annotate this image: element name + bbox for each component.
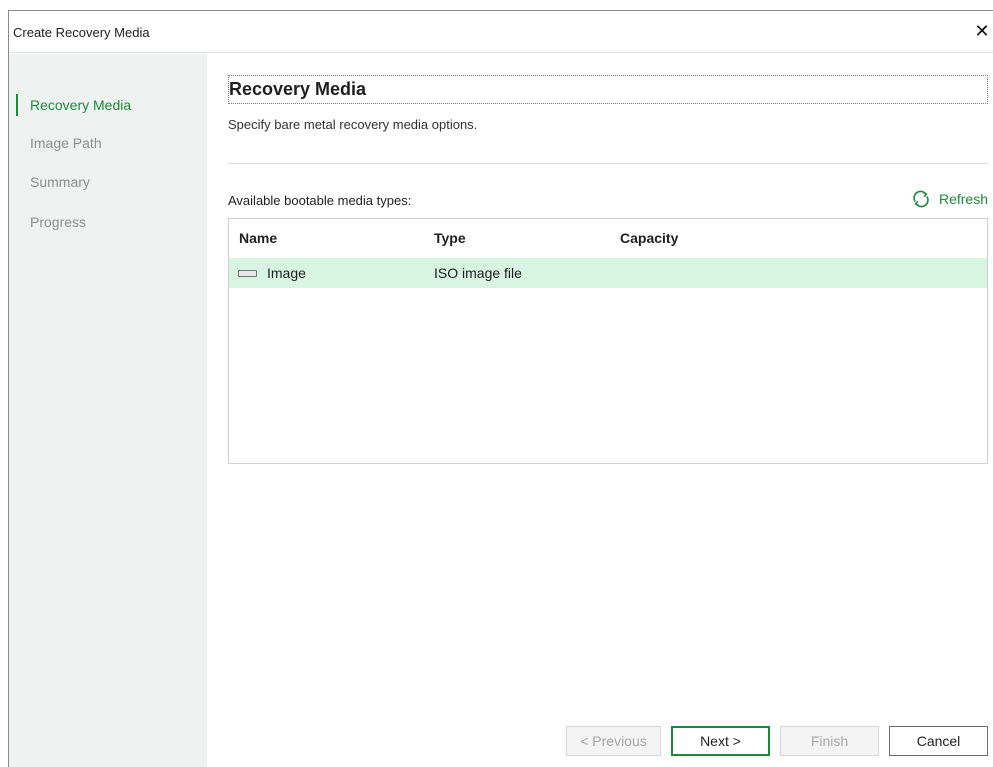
table-row[interactable]: Image ISO image file [229, 258, 987, 288]
close-icon[interactable]: ✕ [970, 19, 993, 43]
next-button[interactable]: Next > [671, 726, 770, 756]
window-title: Create Recovery Media [13, 25, 150, 40]
refresh-label: Refresh [938, 191, 988, 207]
refresh-icon [913, 190, 929, 208]
sidebar-item-recovery-media[interactable]: Recovery Media [9, 92, 207, 118]
column-header-name[interactable]: Name [239, 230, 277, 246]
main-content: Recovery Media Specify bare metal recove… [228, 54, 993, 767]
wizard-steps-sidebar: Recovery Media Image Path Summary Progre… [9, 54, 207, 767]
refresh-button[interactable]: Refresh [911, 188, 988, 210]
divider [228, 163, 988, 164]
column-header-type[interactable]: Type [434, 230, 466, 246]
row-name: Image [267, 265, 306, 281]
sidebar-item-summary[interactable]: Summary [9, 169, 207, 195]
sidebar-item-image-path[interactable]: Image Path [9, 130, 207, 156]
row-type: ISO image file [434, 265, 522, 281]
drive-icon [238, 270, 257, 277]
title-bar: Create Recovery Media ✕ [9, 11, 993, 53]
column-header-capacity[interactable]: Capacity [620, 230, 678, 246]
cancel-button[interactable]: Cancel [889, 726, 988, 756]
media-types-label: Available bootable media types: [228, 193, 412, 208]
page-title-box: Recovery Media [228, 75, 988, 104]
media-types-table: Name Type Capacity Image ISO image file [228, 218, 988, 464]
dialog-window: Create Recovery Media ✕ Recovery Media I… [8, 10, 993, 767]
page-subtitle: Specify bare metal recovery media option… [228, 117, 478, 132]
page-title: Recovery Media [229, 79, 367, 99]
table-header: Name Type Capacity [229, 219, 987, 257]
finish-button[interactable]: Finish [780, 726, 879, 756]
previous-button[interactable]: < Previous [566, 726, 661, 756]
sidebar-item-progress[interactable]: Progress [9, 209, 207, 235]
